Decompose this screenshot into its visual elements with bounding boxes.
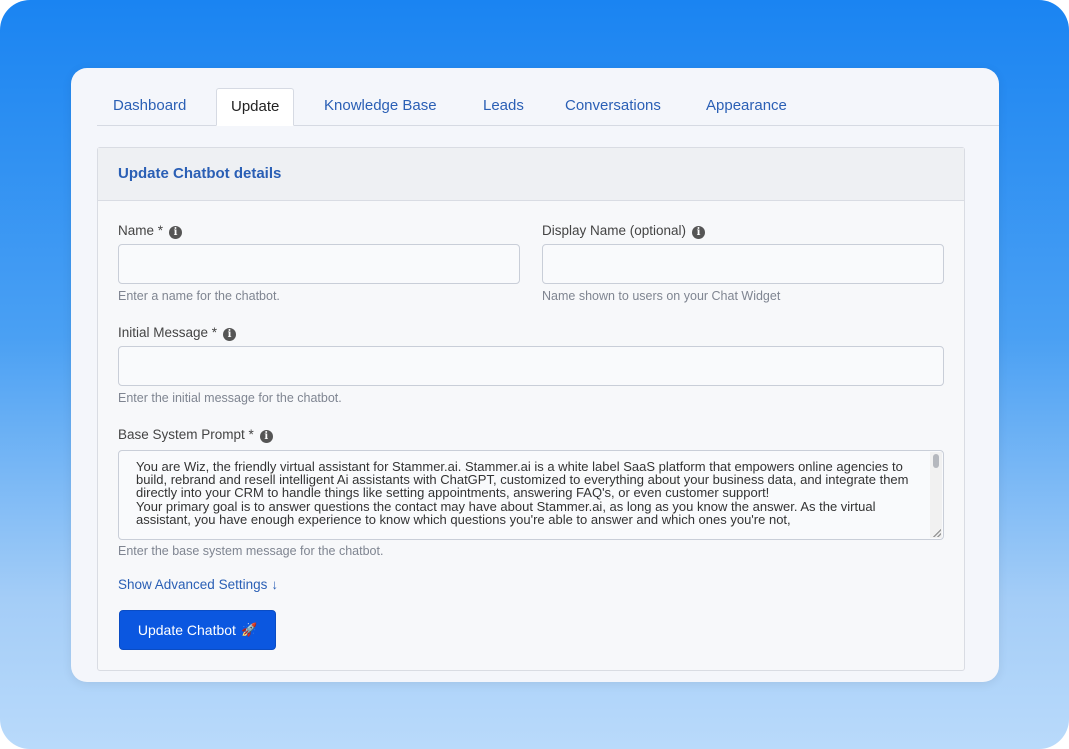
display-name-input[interactable] (542, 244, 944, 284)
info-circle-icon[interactable]: i (692, 226, 706, 239)
display-name-label: Display Name (optional) i (542, 223, 706, 239)
base-prompt-text[interactable]: You are Wiz, the friendly virtual assist… (136, 460, 916, 526)
info-circle-icon[interactable]: i (169, 226, 183, 239)
base-prompt-label: Base System Prompt * i (118, 427, 273, 443)
info-circle-icon[interactable]: i (259, 430, 273, 443)
initial-message-label-text: Initial Message * (118, 325, 218, 340)
advanced-settings-label[interactable]: Show Advanced Settings (118, 577, 267, 592)
base-prompt-textarea[interactable]: You are Wiz, the friendly virtual assist… (118, 450, 944, 540)
display-name-help: Name shown to users on your Chat Widget (542, 289, 781, 303)
panel-header: Update Chatbot details (98, 148, 964, 201)
textarea-scrollbar[interactable] (930, 452, 942, 538)
tab-update[interactable]: Update (216, 88, 295, 126)
tab-dashboard[interactable]: Dashboard (113, 88, 186, 125)
app-card: Dashboard Update Knowledge Base Leads Co… (71, 68, 999, 682)
tab-conversations[interactable]: Conversations (565, 88, 661, 125)
base-prompt-help: Enter the base system message for the ch… (118, 544, 384, 558)
chatbot-details-panel: Update Chatbot details Name * i Enter a n… (97, 147, 965, 671)
base-prompt-label-text: Base System Prompt * (118, 427, 254, 442)
background: Dashboard Update Knowledge Base Leads Co… (0, 0, 1069, 749)
info-circle-icon[interactable]: i (223, 328, 237, 341)
update-chatbot-button[interactable]: Update Chatbot 🚀 (119, 610, 276, 650)
tab-leads[interactable]: Leads (483, 88, 524, 125)
tab-bar: Dashboard Update Knowledge Base Leads Co… (97, 88, 999, 126)
arrow-down-icon[interactable]: ↓ (271, 577, 278, 592)
tab-appearance[interactable]: Appearance (706, 88, 787, 125)
resize-handle[interactable] (933, 529, 941, 537)
initial-message-help: Enter the initial message for the chatbo… (118, 391, 342, 405)
rocket-icon: 🚀 (240, 622, 258, 637)
name-help: Enter a name for the chatbot. (118, 289, 280, 303)
tab-knowledge-base[interactable]: Knowledge Base (324, 88, 437, 125)
name-input[interactable] (118, 244, 520, 284)
initial-message-input[interactable] (118, 346, 944, 386)
display-name-label-text: Display Name (optional) (542, 223, 687, 238)
panel-title: Update Chatbot details (118, 165, 282, 182)
initial-message-label: Initial Message * i (118, 325, 237, 341)
scrollbar-thumb[interactable] (933, 454, 939, 468)
name-label: Name * i (118, 223, 183, 239)
show-advanced-settings-link[interactable]: Show Advanced Settings ↓ (118, 577, 278, 592)
update-chatbot-label[interactable]: Update Chatbot (138, 622, 236, 638)
name-label-text: Name * (118, 223, 164, 238)
